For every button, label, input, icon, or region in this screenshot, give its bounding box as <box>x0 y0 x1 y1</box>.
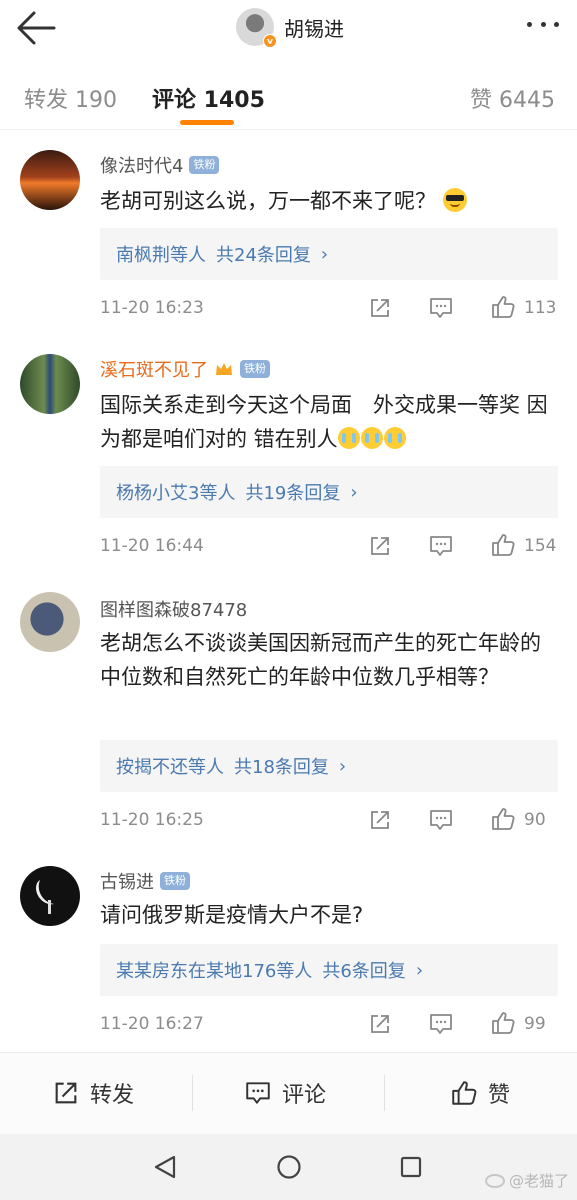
fan-badge: 铁粉 <box>160 872 190 890</box>
nav-home-icon[interactable] <box>276 1154 302 1180</box>
comment-author[interactable]: 溪石斑不见了 铁粉 <box>100 356 270 382</box>
author-name: 图样图森破87478 <box>100 600 248 621</box>
comment-time: 11-20 16:23 <box>100 298 204 318</box>
tab-repost[interactable]: 转发 190 <box>24 82 117 114</box>
like-count: 90 <box>524 810 546 830</box>
thumbs-up-icon <box>452 1081 477 1105</box>
avatar[interactable] <box>20 592 80 652</box>
share-icon[interactable] <box>368 534 392 558</box>
reply-summary[interactable]: 南枫荆等人 共24条回复 › <box>100 228 558 280</box>
divider <box>384 1075 385 1111</box>
tab-bar: 转发 190 评论 1405 赞 6445 <box>0 62 577 130</box>
reply-count: 共18条回复 <box>234 757 329 778</box>
weibo-logo-icon <box>484 1173 505 1188</box>
avatar[interactable] <box>20 150 80 210</box>
reply-summary[interactable]: 某某房东在某地176等人 共6条回复 › <box>100 944 558 996</box>
comment-text: 老胡可别这么说，万一都不来了呢？ <box>100 184 560 218</box>
moon-avatar-icon <box>36 880 54 914</box>
system-nav-bar: @老猫了 <box>0 1134 577 1200</box>
like-count: 113 <box>524 298 557 318</box>
top-bar: v 胡锡进 <box>0 0 577 58</box>
thumbs-up-icon[interactable] <box>490 294 516 320</box>
share-icon[interactable] <box>368 1012 392 1036</box>
comment-icon <box>246 1082 270 1104</box>
divider <box>192 1075 193 1111</box>
thumbs-up-icon[interactable] <box>490 806 516 832</box>
comment-meta: 11-20 16:25 90 <box>100 806 558 836</box>
reply-summary[interactable]: 按揭不还等人 共18条回复 › <box>100 740 558 792</box>
comment-icon[interactable] <box>428 808 454 832</box>
like-button[interactable]: 赞 <box>450 1077 510 1109</box>
comment-icon[interactable] <box>428 296 454 320</box>
repost-button[interactable]: 转发 <box>52 1077 134 1109</box>
tab-like[interactable]: 赞 6445 <box>470 82 555 114</box>
comment-icon[interactable] <box>428 1012 454 1036</box>
active-tab-indicator <box>180 120 234 125</box>
reply-summary[interactable]: 杨杨小艾3等人 共19条回复 › <box>100 466 558 518</box>
author-name: 像法时代4 <box>100 156 184 177</box>
action-bar: 转发 评论 赞 <box>0 1052 577 1134</box>
comment-author[interactable]: 古锡进 铁粉 <box>100 868 190 894</box>
watermark: @老猫了 <box>484 1170 569 1191</box>
arrow-left-icon <box>17 11 56 45</box>
comment-text: 老胡怎么不谈谈美国因新冠而产生的死亡年龄的中位数和自然死亡的年龄中位数几乎相等？ <box>100 631 541 689</box>
author-name: 溪石斑不见了 <box>100 360 208 381</box>
comment-label: 评论 <box>282 1083 327 1108</box>
page-title: 胡锡进 <box>284 16 344 41</box>
reply-count: 共24条回复 <box>216 245 311 266</box>
share-icon[interactable] <box>368 296 392 320</box>
crown-icon <box>216 363 232 375</box>
nav-back-icon[interactable] <box>152 1154 178 1180</box>
like-count: 99 <box>524 1014 546 1034</box>
comment-meta: 11-20 16:23 113 <box>100 294 558 324</box>
comment-icon[interactable] <box>428 534 454 558</box>
fan-badge: 铁粉 <box>189 156 220 174</box>
comment-text: 国际关系走到今天这个局面 外交成果一等奖 因为都是咱们对的 错在别人 <box>100 393 548 451</box>
share-icon[interactable] <box>368 808 392 832</box>
chevron-right-icon: › <box>350 481 358 503</box>
share-icon <box>55 1082 77 1104</box>
comment-meta: 11-20 16:44 154 <box>100 532 558 562</box>
avatar[interactable]: v <box>236 8 277 48</box>
comment-author[interactable]: 图样图森破87478 <box>100 596 247 622</box>
sunglasses-emoji <box>442 188 467 212</box>
reply-users: 南枫荆等人 <box>116 245 206 266</box>
comment-time: 11-20 16:25 <box>100 810 204 830</box>
more-dots-icon[interactable] <box>527 22 559 32</box>
thumbs-up-icon[interactable] <box>490 532 516 558</box>
comment-text: 请问俄罗斯是疫情大户不是? <box>100 903 364 927</box>
chevron-right-icon: › <box>415 959 424 981</box>
nav-recent-icon[interactable] <box>400 1156 422 1178</box>
comment-author[interactable]: 像法时代4 铁粉 <box>100 152 220 178</box>
author-name: 古锡进 <box>100 872 154 893</box>
back-button[interactable] <box>14 8 58 48</box>
fan-badge: 铁粉 <box>240 360 270 378</box>
crying-emoji <box>337 427 407 451</box>
reply-count: 共19条回复 <box>245 483 341 504</box>
profile-title[interactable]: v 胡锡进 <box>236 7 344 48</box>
reply-users: 杨杨小艾3等人 <box>116 483 236 504</box>
reply-count: 共6条回复 <box>322 961 406 982</box>
verified-badge: v <box>263 34 277 48</box>
comment-time: 11-20 16:44 <box>100 536 204 556</box>
comment-meta: 11-20 16:27 99 <box>100 1010 558 1040</box>
reply-users: 某某房东在某地176等人 <box>116 961 313 982</box>
like-count: 154 <box>524 536 557 556</box>
repost-label: 转发 <box>90 1083 135 1108</box>
reply-users: 按揭不还等人 <box>116 757 224 778</box>
thumbs-up-icon[interactable] <box>490 1010 516 1036</box>
comment-time: 11-20 16:27 <box>100 1014 204 1034</box>
comment-button[interactable]: 评论 <box>244 1077 577 1109</box>
chevron-right-icon: › <box>320 243 329 265</box>
like-label: 赞 <box>488 1083 511 1108</box>
avatar[interactable] <box>20 866 80 926</box>
chevron-right-icon: › <box>338 755 347 777</box>
avatar[interactable] <box>20 354 80 414</box>
